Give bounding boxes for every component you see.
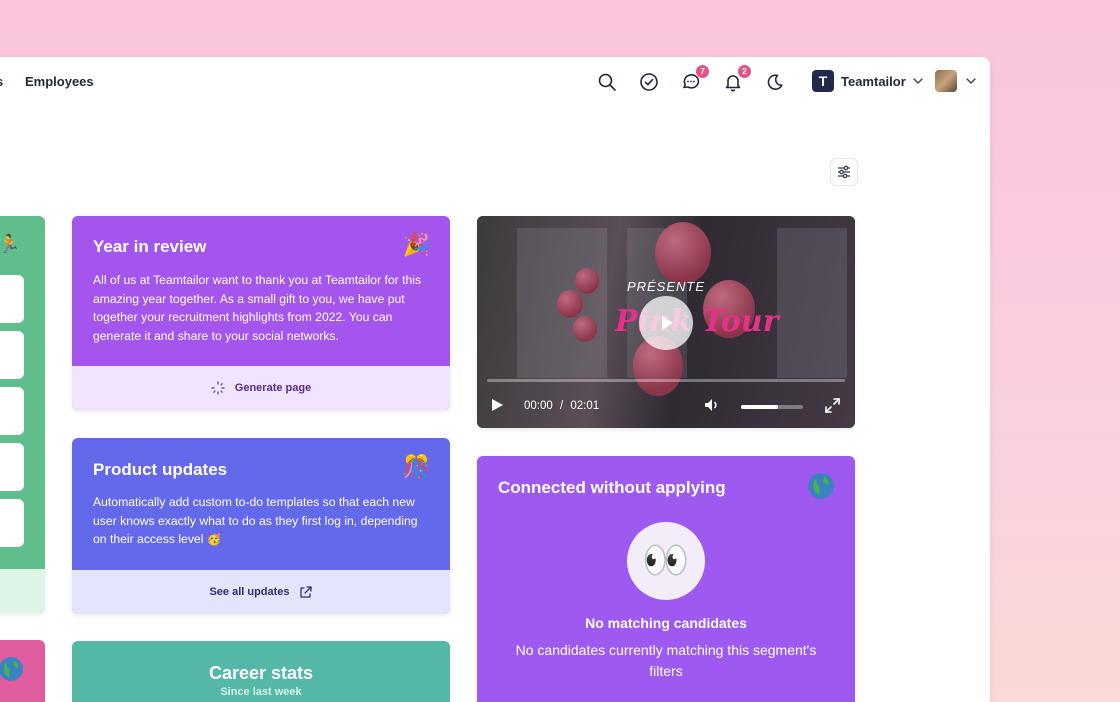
confetti-icon: 🎊 (402, 454, 430, 479)
video-overlay-text: PRÉSENTE (626, 279, 706, 294)
generate-page-button[interactable]: Generate page (72, 366, 450, 410)
external-link-icon (299, 585, 312, 598)
empty-state-message: No candidates currently matching this se… (515, 642, 817, 679)
mute-button[interactable] (703, 397, 721, 413)
fullscreen-icon (825, 398, 840, 413)
moon-icon (767, 74, 783, 90)
balloon (573, 316, 597, 342)
volume-icon (705, 399, 717, 411)
nav-item-partial[interactable]: s (0, 74, 3, 89)
balloon (557, 290, 583, 318)
list-item[interactable] (0, 331, 24, 379)
avatar (935, 70, 957, 92)
notifications-badge: 2 (738, 65, 751, 78)
generate-page-label: Generate page (234, 382, 312, 394)
chevron-down-icon (913, 78, 923, 84)
see-all-updates-label: See all updates (209, 586, 290, 598)
eyes-icon: 👀 (642, 540, 690, 582)
list-item[interactable] (0, 387, 24, 435)
chevron-down-icon (966, 78, 976, 84)
list-item[interactable] (0, 275, 24, 323)
card-title: Career stats (208, 663, 314, 683)
todo-button[interactable] (638, 71, 660, 93)
fullscreen-button[interactable] (824, 397, 841, 414)
card-body: Automatically add custom to-do templates… (93, 495, 418, 546)
company-switcher[interactable]: T Teamtailor (812, 70, 924, 92)
runner-emoji-icon: 🏃 (0, 234, 21, 254)
balloon (655, 222, 711, 284)
play-button[interactable] (489, 397, 505, 413)
see-all-updates-link[interactable]: See all updates (72, 570, 450, 614)
connected-without-applying-card: Connected without applying 👀 No matching… (477, 456, 855, 702)
card-title: Product updates (93, 460, 228, 479)
play-icon (492, 399, 503, 411)
notifications-button[interactable]: 2 (722, 65, 751, 93)
user-menu[interactable] (935, 70, 977, 92)
globe-icon (0, 657, 23, 681)
current-time: 00:00 (524, 400, 553, 412)
dark-mode-toggle[interactable] (764, 71, 786, 93)
widget-footer[interactable] (0, 569, 45, 613)
card-body: All of us at Teamtailor want to thank yo… (93, 273, 422, 343)
time-separator: / (559, 400, 564, 412)
video-progress-bar[interactable] (487, 379, 845, 382)
company-name: Teamtailor (841, 73, 906, 89)
empty-state-illustration: 👀 (627, 522, 705, 600)
partial-pink-widget (0, 640, 45, 702)
spinner-icon (211, 381, 225, 395)
list-item[interactable] (0, 499, 24, 547)
card-title: Year in review (93, 237, 207, 256)
sliders-icon (838, 165, 850, 179)
year-in-review-card: Year in review 🎉 All of us at Teamtailor… (72, 216, 450, 410)
product-updates-card: Product updates 🎊 Automatically add cust… (72, 438, 450, 614)
play-icon (662, 316, 673, 330)
video-player[interactable]: PRÉSENTE Pink Tour 00:00 / 02:01 (477, 216, 855, 428)
volume-level (741, 405, 779, 409)
card-subtitle: Since last week (220, 686, 302, 698)
company-logo: T (812, 70, 834, 92)
list-item[interactable] (0, 443, 24, 491)
messages-button[interactable]: 7 (680, 65, 709, 93)
globe-icon (808, 473, 834, 499)
duration: 02:01 (570, 400, 600, 412)
app-window: s Employees 7 2 T Teamtailor (0, 57, 990, 702)
big-play-button[interactable] (639, 296, 693, 350)
dashboard-settings-button[interactable] (830, 158, 858, 186)
messages-badge: 7 (696, 65, 709, 78)
search-icon (598, 73, 616, 91)
top-navigation: s Employees 7 2 T Teamtailor (0, 57, 990, 107)
party-popper-icon: 🎉 (402, 232, 430, 257)
card-title: Connected without applying (498, 478, 726, 497)
nav-item-employees[interactable]: Employees (25, 74, 94, 89)
search-button[interactable] (596, 71, 618, 93)
partial-green-widget: 🏃 (0, 216, 45, 613)
career-stats-card: Career stats Since last week (72, 641, 450, 702)
empty-state-title: No matching candidates (585, 615, 747, 631)
check-circle-icon (640, 73, 658, 91)
volume-slider[interactable] (741, 405, 803, 409)
